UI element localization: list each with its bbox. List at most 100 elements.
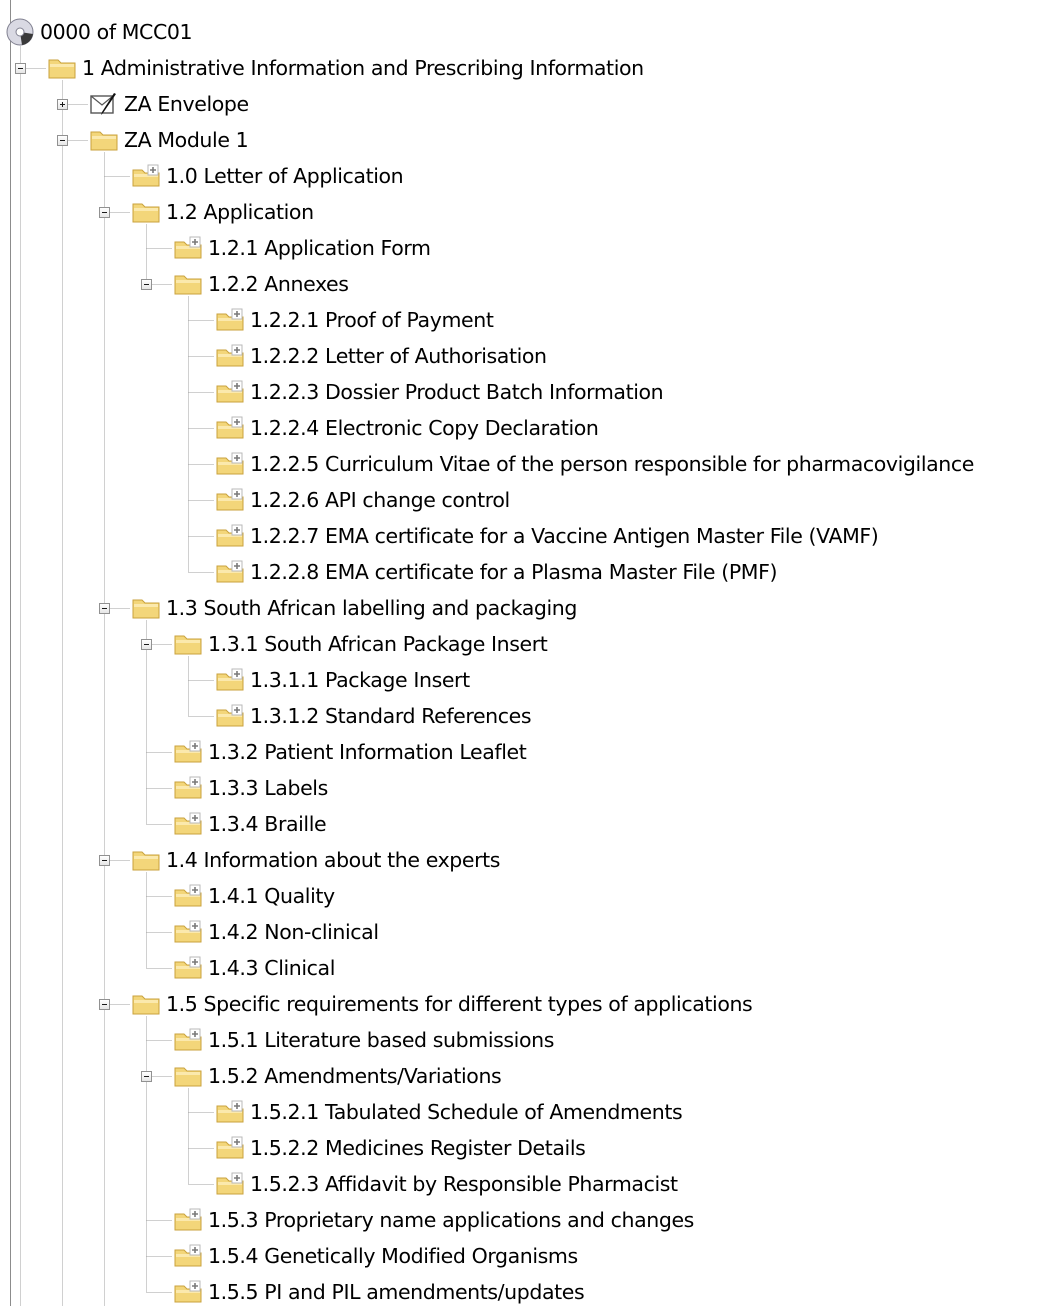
tree-node-1-3-1-1[interactable]: 1.3.1.1 Package Insert bbox=[215, 662, 470, 698]
tree-node-label: 1.2.2.7 EMA certificate for a Vaccine An… bbox=[250, 524, 879, 548]
folder-icon bbox=[173, 626, 203, 662]
tree-node-label: 1.2.2.6 API change control bbox=[250, 488, 510, 512]
folder-icon bbox=[47, 50, 77, 86]
folder-add-icon bbox=[215, 374, 245, 410]
tree-node-label: 1.5.1 Literature based submissions bbox=[208, 1028, 554, 1052]
folder-icon bbox=[173, 1058, 203, 1094]
folder-add-icon bbox=[215, 518, 245, 554]
tree-node-1-2-2-8[interactable]: 1.2.2.8 EMA certificate for a Plasma Mas… bbox=[215, 554, 777, 590]
tree-node-zam1[interactable]: ZA Module 1 bbox=[89, 122, 249, 158]
tree-node-label: 1.4.1 Quality bbox=[208, 884, 335, 908]
tree-node-label: 1.5.4 Genetically Modified Organisms bbox=[208, 1244, 578, 1268]
tree-node-1-5-3[interactable]: 1.5.3 Proprietary name applications and … bbox=[173, 1202, 694, 1238]
tree-node-1-2-2-6[interactable]: 1.2.2.6 API change control bbox=[215, 482, 510, 518]
tree-node-label: 1 Administrative Information and Prescri… bbox=[82, 56, 644, 80]
tree-node-label: 1.5.5 PI and PIL amendments/updates bbox=[208, 1280, 585, 1304]
folder-add-icon bbox=[215, 662, 245, 698]
folder-add-icon bbox=[215, 482, 245, 518]
tree-node-1-5-5[interactable]: 1.5.5 PI and PIL amendments/updates bbox=[173, 1274, 585, 1306]
tree-node-1-3-1-2[interactable]: 1.3.1.2 Standard References bbox=[215, 698, 532, 734]
tree-node-label: 1.2.1 Application Form bbox=[208, 236, 431, 260]
tree-node-label: 1.3 South African labelling and packagin… bbox=[166, 596, 577, 620]
tree-node-1-5-2[interactable]: 1.5.2 Amendments/Variations bbox=[173, 1058, 502, 1094]
tree-node-1-3-1[interactable]: 1.3.1 South African Package Insert bbox=[173, 626, 548, 662]
tree-node-1-2-2-2[interactable]: 1.2.2.2 Letter of Authorisation bbox=[215, 338, 547, 374]
tree-node-1-4-1[interactable]: 1.4.1 Quality bbox=[173, 878, 335, 914]
tree-node-1-5-1[interactable]: 1.5.1 Literature based submissions bbox=[173, 1022, 554, 1058]
folder-add-icon bbox=[215, 302, 245, 338]
tree-node-label: 1.0 Letter of Application bbox=[166, 164, 404, 188]
tree-node-1-2-1[interactable]: 1.2.1 Application Form bbox=[173, 230, 431, 266]
tree-node-1-2-2-1[interactable]: 1.2.2.1 Proof of Payment bbox=[215, 302, 494, 338]
folder-add-icon bbox=[173, 1202, 203, 1238]
tree-node-label: 1.2 Application bbox=[166, 200, 314, 224]
tree-node-label: 1.5 Specific requirements for different … bbox=[166, 992, 753, 1016]
folder-add-icon bbox=[173, 950, 203, 986]
folder-add-icon bbox=[173, 230, 203, 266]
tree-node-label: 0000 of MCC01 bbox=[40, 20, 193, 44]
tree-node-label: 1.2.2.5 Curriculum Vitae of the person r… bbox=[250, 452, 974, 476]
tree-node-1-4[interactable]: 1.4 Information about the experts bbox=[131, 842, 500, 878]
tree-node-env[interactable]: ZA Envelope bbox=[89, 86, 249, 122]
tree-node-1-5[interactable]: 1.5 Specific requirements for different … bbox=[131, 986, 753, 1022]
folder-add-icon bbox=[215, 338, 245, 374]
document-tree[interactable]: 0000 of MCC01 1 Administrative Informatio… bbox=[0, 0, 1043, 1306]
tree-node-1-2-2-5[interactable]: 1.2.2.5 Curriculum Vitae of the person r… bbox=[215, 446, 974, 482]
collapse-toggle-1-3[interactable] bbox=[99, 603, 110, 614]
folder-add-icon bbox=[173, 878, 203, 914]
tree-node-label: 1.2.2.3 Dossier Product Batch Informatio… bbox=[250, 380, 664, 404]
folder-add-icon bbox=[215, 1166, 245, 1202]
collapse-toggle-1-3-1[interactable] bbox=[141, 639, 152, 650]
collapse-toggle-zam1[interactable] bbox=[57, 135, 68, 146]
tree-node-label: 1.4.2 Non-clinical bbox=[208, 920, 379, 944]
folder-icon bbox=[89, 122, 119, 158]
expand-toggle-env[interactable] bbox=[57, 99, 68, 110]
folder-add-icon bbox=[215, 698, 245, 734]
folder-add-icon bbox=[173, 914, 203, 950]
tree-node-label: 1.5.2.3 Affidavit by Responsible Pharmac… bbox=[250, 1172, 678, 1196]
folder-icon bbox=[131, 194, 161, 230]
folder-add-icon bbox=[173, 1022, 203, 1058]
tree-node-label: 1.2.2.4 Electronic Copy Declaration bbox=[250, 416, 599, 440]
tree-node-1-2-2-4[interactable]: 1.2.2.4 Electronic Copy Declaration bbox=[215, 410, 599, 446]
tree-node-label: ZA Module 1 bbox=[124, 128, 249, 152]
folder-add-icon bbox=[173, 806, 203, 842]
tree-node-label: 1.2.2 Annexes bbox=[208, 272, 349, 296]
folder-add-icon bbox=[173, 1238, 203, 1274]
tree-node-1-4-2[interactable]: 1.4.2 Non-clinical bbox=[173, 914, 379, 950]
collapse-toggle-1-4[interactable] bbox=[99, 855, 110, 866]
tree-node-label: 1.5.2.2 Medicines Register Details bbox=[250, 1136, 586, 1160]
tree-node-1-2[interactable]: 1.2 Application bbox=[131, 194, 314, 230]
tree-node-1-3[interactable]: 1.3 South African labelling and packagin… bbox=[131, 590, 577, 626]
folder-icon bbox=[173, 266, 203, 302]
folder-add-icon bbox=[215, 1094, 245, 1130]
tree-node-1-5-2-2[interactable]: 1.5.2.2 Medicines Register Details bbox=[215, 1130, 586, 1166]
collapse-toggle-1-5-2[interactable] bbox=[141, 1071, 152, 1082]
tree-node-label: 1.5.3 Proprietary name applications and … bbox=[208, 1208, 694, 1232]
collapse-toggle-1-2-2[interactable] bbox=[141, 279, 152, 290]
tree-node-1-5-2-1[interactable]: 1.5.2.1 Tabulated Schedule of Amendments bbox=[215, 1094, 683, 1130]
tree-node-root[interactable]: 0000 of MCC01 bbox=[5, 14, 193, 50]
tree-node-1-5-2-3[interactable]: 1.5.2.3 Affidavit by Responsible Pharmac… bbox=[215, 1166, 678, 1202]
tree-node-label: 1.3.3 Labels bbox=[208, 776, 328, 800]
tree-node-1-2-2[interactable]: 1.2.2 Annexes bbox=[173, 266, 349, 302]
tree-node-m1[interactable]: 1 Administrative Information and Prescri… bbox=[47, 50, 644, 86]
collapse-toggle-1-5[interactable] bbox=[99, 999, 110, 1010]
collapse-toggle-1-2[interactable] bbox=[99, 207, 110, 218]
collapse-toggle-m1[interactable] bbox=[15, 63, 26, 74]
envelope-edit-icon bbox=[89, 86, 119, 122]
tree-node-1-4-3[interactable]: 1.4.3 Clinical bbox=[173, 950, 335, 986]
tree-node-1-2-2-3[interactable]: 1.2.2.3 Dossier Product Batch Informatio… bbox=[215, 374, 664, 410]
tree-node-1-3-3[interactable]: 1.3.3 Labels bbox=[173, 770, 328, 806]
tree-node-label: 1.4 Information about the experts bbox=[166, 848, 501, 872]
tree-node-label: 1.2.2.2 Letter of Authorisation bbox=[250, 344, 547, 368]
tree-node-1-5-4[interactable]: 1.5.4 Genetically Modified Organisms bbox=[173, 1238, 578, 1274]
tree-node-1-2-2-7[interactable]: 1.2.2.7 EMA certificate for a Vaccine An… bbox=[215, 518, 879, 554]
tree-node-label: 1.5.2.1 Tabulated Schedule of Amendments bbox=[250, 1100, 683, 1124]
tree-node-1-3-2[interactable]: 1.3.2 Patient Information Leaflet bbox=[173, 734, 527, 770]
tree-node-label: 1.3.1.1 Package Insert bbox=[250, 668, 470, 692]
folder-add-icon bbox=[173, 734, 203, 770]
tree-node-label: 1.2.2.8 EMA certificate for a Plasma Mas… bbox=[250, 560, 778, 584]
tree-node-1-3-4[interactable]: 1.3.4 Braille bbox=[173, 806, 327, 842]
tree-node-1-0[interactable]: 1.0 Letter of Application bbox=[131, 158, 404, 194]
